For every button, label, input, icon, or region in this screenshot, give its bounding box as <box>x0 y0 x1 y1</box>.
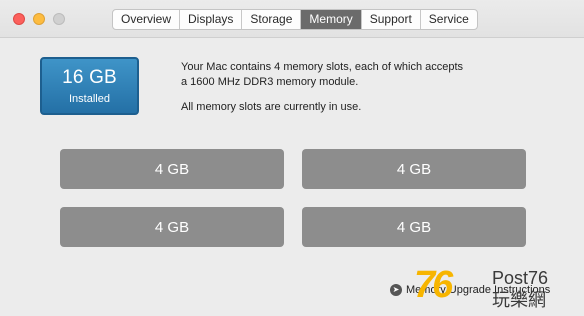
arrow-circle-icon: ➤ <box>390 284 402 296</box>
system-information-window: Overview Displays Storage Memory Support… <box>0 0 584 316</box>
memory-slot: 4 GB <box>302 207 526 247</box>
tab-support[interactable]: Support <box>362 10 421 29</box>
title-bar: Overview Displays Storage Memory Support… <box>0 0 584 38</box>
memory-slot: 4 GB <box>60 149 284 189</box>
slots-status-text: All memory slots are currently in use. <box>181 101 362 113</box>
memory-description: Your Mac contains 4 memory slots, each o… <box>181 61 464 88</box>
memory-total-badge: 16 GB Installed <box>40 57 139 115</box>
watermark-logo: 76 Post76 玩樂網 <box>414 264 584 316</box>
zoom-button[interactable] <box>53 13 65 25</box>
memory-slot: 4 GB <box>60 207 284 247</box>
memory-total: 16 GB <box>62 67 117 88</box>
tab-displays[interactable]: Displays <box>180 10 243 29</box>
memory-info: Your Mac contains 4 memory slots, each o… <box>181 60 463 115</box>
memory-slot: 4 GB <box>302 149 526 189</box>
tab-storage[interactable]: Storage <box>242 10 302 29</box>
tab-service[interactable]: Service <box>421 10 477 29</box>
watermark-number: 76 <box>414 264 453 306</box>
close-button[interactable] <box>13 13 25 25</box>
memory-status: Installed <box>69 93 110 105</box>
minimize-button[interactable] <box>33 13 45 25</box>
tab-overview[interactable]: Overview <box>113 10 181 29</box>
watermark-text-bottom: 玩樂網 <box>492 290 546 310</box>
tab-bar: Overview Displays Storage Memory Support… <box>112 9 478 30</box>
tab-memory[interactable]: Memory <box>301 10 362 29</box>
